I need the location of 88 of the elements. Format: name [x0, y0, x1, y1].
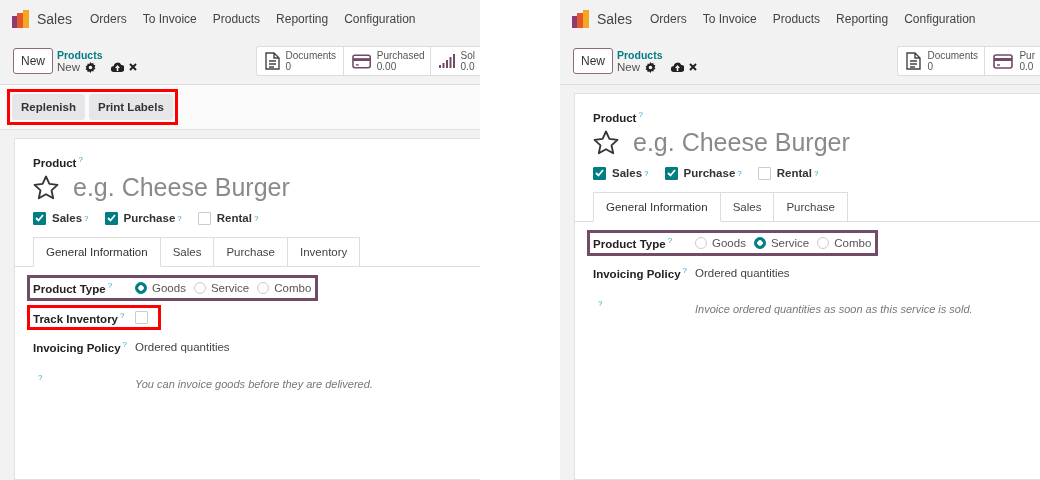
breadcrumb-link[interactable]: Products — [617, 49, 698, 61]
field-label: Product Type — [33, 282, 106, 295]
stat-label: Pur — [1019, 50, 1035, 61]
star-icon[interactable] — [593, 129, 619, 155]
stat-value: 0 — [927, 61, 934, 72]
action-button[interactable]: Print Labels — [88, 94, 173, 120]
menu-item[interactable]: Orders — [650, 12, 687, 26]
menu-item[interactable]: Products — [772, 12, 821, 26]
stat-value: 0.0 — [1019, 61, 1035, 72]
field-value: Ordered quantities — [695, 266, 790, 279]
radio-button[interactable] — [135, 281, 147, 294]
record-title: New — [57, 61, 81, 73]
field-label: Invoicing Policy — [593, 267, 681, 280]
checkbox-label: Rental — [776, 167, 812, 180]
tab[interactable]: Inventory — [288, 236, 361, 267]
menu-item[interactable]: Products — [212, 12, 261, 26]
menu-item[interactable]: Configuration — [904, 12, 976, 26]
tab[interactable]: Purchase — [774, 191, 848, 222]
logo-icon — [572, 10, 590, 28]
checkbox-label: Rental — [216, 212, 252, 225]
tab[interactable]: Purchase — [214, 236, 288, 267]
radio-label: Goods — [712, 236, 746, 249]
field-label: Product — [593, 111, 637, 124]
card-icon — [993, 53, 1014, 69]
new-button[interactable]: New — [13, 48, 53, 74]
stat-label: Purchased — [376, 50, 425, 61]
stat-value: 0.00 — [376, 61, 398, 72]
radio-label: Combo — [274, 281, 312, 294]
stat-button[interactable]: Sol 0.0 — [430, 47, 480, 75]
menu-item[interactable]: Reporting — [276, 12, 329, 26]
new-button[interactable]: New — [573, 48, 613, 74]
stat-button[interactable]: Purchased 0.00 — [343, 47, 431, 75]
menu-item[interactable]: Reporting — [836, 12, 889, 26]
tab[interactable]: General Information — [593, 191, 721, 222]
document-icon — [906, 52, 922, 70]
checkbox[interactable] — [33, 211, 46, 225]
logo-icon — [12, 10, 30, 28]
checkbox-label: Purchase — [123, 212, 176, 225]
checkbox[interactable] — [593, 166, 606, 180]
menu-item[interactable]: To Invoice — [702, 12, 757, 26]
stat-button[interactable]: Documents 0 — [898, 47, 986, 75]
upload-icon[interactable] — [671, 62, 685, 72]
field-label: Product — [33, 156, 77, 169]
checkbox-label: Sales — [612, 167, 643, 180]
help-text: Invoice ordered quantities as soon as this service is sold. — [695, 302, 973, 316]
name-field[interactable]: e.g. Cheese Burger — [633, 125, 973, 159]
radio-label: Goods — [152, 281, 186, 294]
field-label: Track Inventory — [33, 312, 118, 325]
menu-item[interactable]: To Invoice — [142, 12, 197, 26]
action-button[interactable]: Replenish — [12, 94, 85, 120]
stat-label: Documents — [927, 50, 978, 61]
close-icon[interactable] — [129, 63, 138, 71]
close-icon[interactable] — [689, 63, 698, 71]
radio-label: Service — [210, 281, 250, 294]
menu-item[interactable]: Orders — [90, 12, 127, 26]
record-title: New — [617, 61, 641, 73]
tab[interactable]: Sales — [160, 236, 215, 267]
stat-label: Sol — [460, 50, 475, 61]
checkbox-label: Purchase — [683, 167, 736, 180]
bar-chart-icon — [438, 54, 455, 68]
star-icon[interactable] — [33, 174, 59, 200]
checkbox[interactable] — [664, 166, 678, 180]
breadcrumb-link[interactable]: Products — [57, 49, 138, 61]
radio-label: Combo — [834, 236, 872, 249]
menu-item[interactable]: Configuration — [344, 12, 416, 26]
field-value: Ordered quantities — [135, 341, 230, 354]
field-label: Product Type — [593, 237, 666, 250]
checkbox-label: Sales — [52, 212, 83, 225]
stat-value: 0.0 — [460, 61, 475, 72]
checkbox[interactable] — [104, 211, 118, 225]
app-name[interactable]: Sales — [597, 11, 633, 27]
stat-button[interactable]: Documents 0 — [256, 47, 344, 75]
document-icon — [264, 52, 280, 70]
tab[interactable]: Sales — [720, 191, 775, 222]
card-icon — [351, 53, 371, 69]
stat-value: 0 — [285, 61, 293, 72]
name-field[interactable]: e.g. Cheese Burger — [73, 170, 413, 204]
radio-label: Service — [770, 236, 810, 249]
upload-icon[interactable] — [111, 62, 125, 72]
radio-button[interactable] — [753, 236, 766, 249]
stat-button[interactable]: Pur 0.0 — [985, 47, 1040, 75]
help-text: You can invoice goods before they are delivered. — [135, 377, 373, 391]
tab[interactable]: General Information — [33, 236, 161, 267]
field-label: Invoicing Policy — [33, 342, 121, 355]
app-name[interactable]: Sales — [37, 11, 73, 27]
settings-icon[interactable] — [85, 61, 97, 73]
settings-icon[interactable] — [645, 61, 657, 73]
stat-label: Documents — [285, 50, 337, 61]
